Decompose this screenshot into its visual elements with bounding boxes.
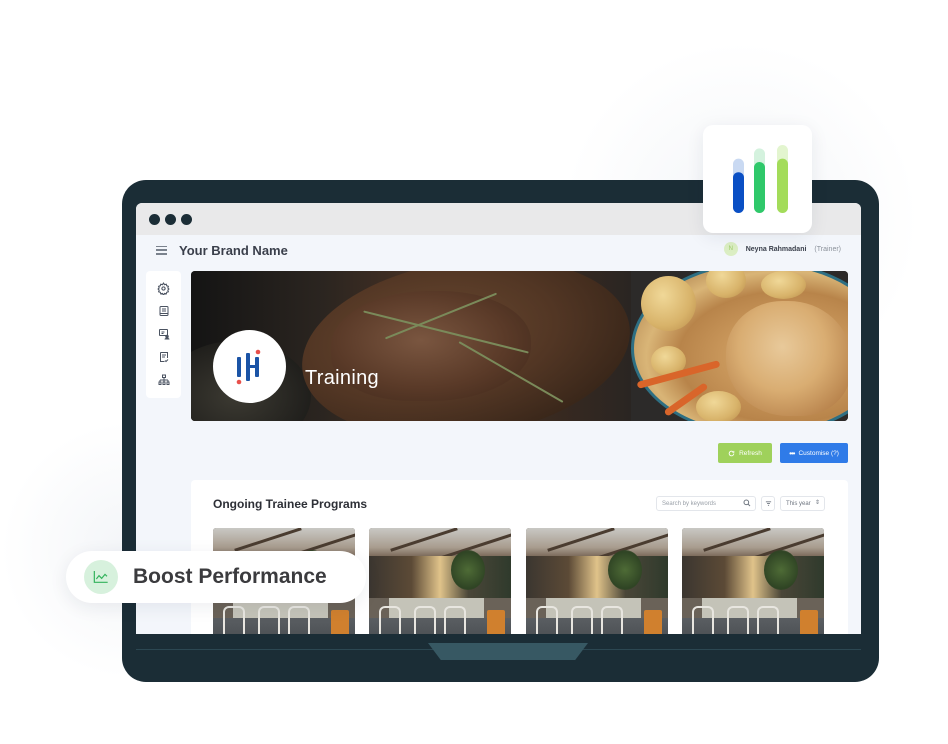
marketing-hero: Your Brand Name N Neyna Rahmadani (Train… bbox=[0, 0, 948, 744]
filter-button[interactable] bbox=[761, 496, 775, 511]
gear-icon[interactable] bbox=[157, 281, 171, 295]
window-dot[interactable] bbox=[149, 213, 160, 225]
customise-label: Customise (?) bbox=[798, 449, 839, 457]
program-card-image[interactable] bbox=[682, 528, 824, 634]
user-name: Neyna Rahmadani bbox=[745, 245, 807, 253]
period-selected: This year bbox=[786, 500, 811, 507]
panel-title: Ongoing Trainee Programs bbox=[213, 497, 368, 511]
book-icon[interactable] bbox=[157, 304, 171, 318]
banner-image-roast bbox=[631, 271, 848, 421]
sidebar bbox=[146, 271, 181, 398]
banner-title: Training bbox=[305, 367, 379, 389]
user-role: (Trainer) bbox=[814, 245, 841, 253]
org-chart-icon[interactable] bbox=[157, 373, 171, 387]
boost-label: Boost Performance bbox=[133, 565, 327, 588]
app-header: Your Brand Name N Neyna Rahmadani (Train… bbox=[136, 235, 861, 265]
customise-button[interactable]: ••• Customise (?) bbox=[780, 443, 848, 463]
sort-arrows-icon: ⇕ bbox=[814, 500, 820, 506]
program-card-image[interactable] bbox=[526, 528, 668, 634]
bar-chart-icon bbox=[733, 145, 788, 213]
presentation-user-icon[interactable] bbox=[157, 327, 171, 341]
refresh-button[interactable]: Refresh bbox=[718, 443, 772, 463]
brand-name: Your Brand Name bbox=[179, 242, 288, 258]
line-chart-icon bbox=[84, 560, 118, 594]
laptop-notch bbox=[428, 643, 588, 660]
more-dots-icon: ••• bbox=[789, 448, 795, 458]
refresh-icon bbox=[728, 450, 735, 456]
chart-bar bbox=[733, 172, 744, 213]
laptop-frame: Your Brand Name N Neyna Rahmadani (Train… bbox=[122, 180, 879, 682]
search-input[interactable]: Search by keywords bbox=[656, 496, 756, 511]
window-dot[interactable] bbox=[181, 213, 192, 225]
chart-bar bbox=[754, 162, 765, 213]
training-banner: Training bbox=[191, 271, 848, 421]
chart-widget bbox=[703, 125, 812, 233]
search-placeholder: Search by keywords bbox=[662, 500, 717, 507]
hamburger-menu-icon[interactable] bbox=[156, 245, 167, 255]
period-select[interactable]: This year ⇕ bbox=[780, 496, 825, 511]
refresh-label: Refresh bbox=[739, 449, 762, 457]
filter-icon bbox=[765, 501, 771, 506]
report-check-icon[interactable] bbox=[157, 350, 171, 364]
brand-logo bbox=[213, 330, 286, 403]
avatar[interactable]: N bbox=[723, 242, 738, 256]
search-icon[interactable] bbox=[743, 499, 751, 509]
boost-performance-badge: Boost Performance bbox=[66, 551, 366, 603]
user-profile[interactable]: N Neyna Rahmadani (Trainer) bbox=[723, 242, 841, 256]
program-card-image[interactable] bbox=[369, 528, 511, 634]
window-dot[interactable] bbox=[165, 213, 176, 225]
chart-bar bbox=[777, 158, 788, 213]
